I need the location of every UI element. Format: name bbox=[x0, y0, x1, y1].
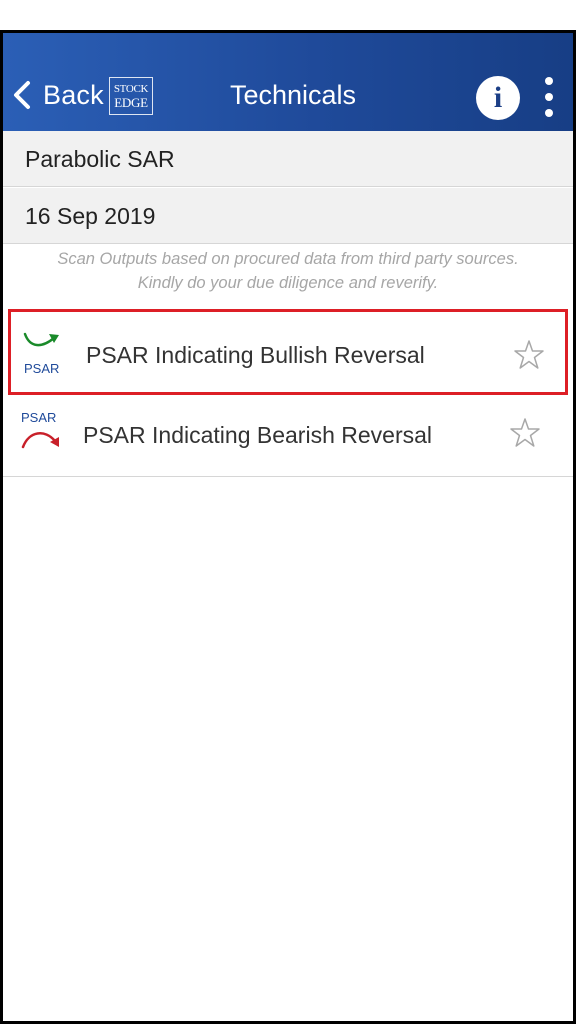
nav-bar: Back STOCK EDGE Technicals i bbox=[3, 33, 573, 131]
back-label: Back bbox=[43, 79, 104, 110]
more-options-button[interactable] bbox=[537, 77, 561, 117]
indicator-selector[interactable]: Parabolic SAR bbox=[3, 131, 573, 187]
scan-item-label: PSAR Indicating Bearish Reversal bbox=[83, 422, 432, 448]
disclaimer-line-1: Scan Outputs based on procured data from… bbox=[57, 250, 519, 268]
page-title: Technicals bbox=[229, 80, 357, 110]
app-screen: Back STOCK EDGE Technicals i Parabolic S… bbox=[0, 30, 576, 1024]
date-selector[interactable]: 16 Sep 2019 bbox=[3, 188, 573, 244]
psar-bullish-icon: PSAR bbox=[23, 332, 59, 376]
scan-item-bearish-reversal[interactable]: PSAR PSAR Indicating Bearish Reversal bbox=[3, 395, 573, 477]
psar-label: PSAR bbox=[21, 410, 56, 425]
psar-bearish-icon: PSAR bbox=[21, 410, 59, 449]
scan-item-label: PSAR Indicating Bullish Reversal bbox=[86, 342, 425, 368]
star-icon[interactable] bbox=[509, 417, 541, 449]
scan-item-bullish-reversal[interactable]: PSAR PSAR Indicating Bullish Reversal bbox=[8, 309, 568, 395]
disclaimer-text: Scan Outputs based on procured data from… bbox=[3, 247, 573, 295]
logo-text-top: STOCK bbox=[113, 83, 149, 95]
psar-label: PSAR bbox=[24, 361, 59, 376]
more-vertical-icon bbox=[545, 77, 553, 85]
star-icon[interactable] bbox=[513, 339, 545, 371]
disclaimer-line-2: Kindly do your due diligence and reverif… bbox=[137, 274, 439, 292]
info-button[interactable]: i bbox=[476, 76, 520, 120]
chevron-left-icon bbox=[14, 81, 30, 109]
info-icon: i bbox=[493, 81, 503, 114]
stockedge-logo: STOCK EDGE bbox=[109, 77, 153, 115]
logo-text-bottom: EDGE bbox=[114, 95, 148, 110]
back-button[interactable]: Back bbox=[11, 73, 104, 117]
